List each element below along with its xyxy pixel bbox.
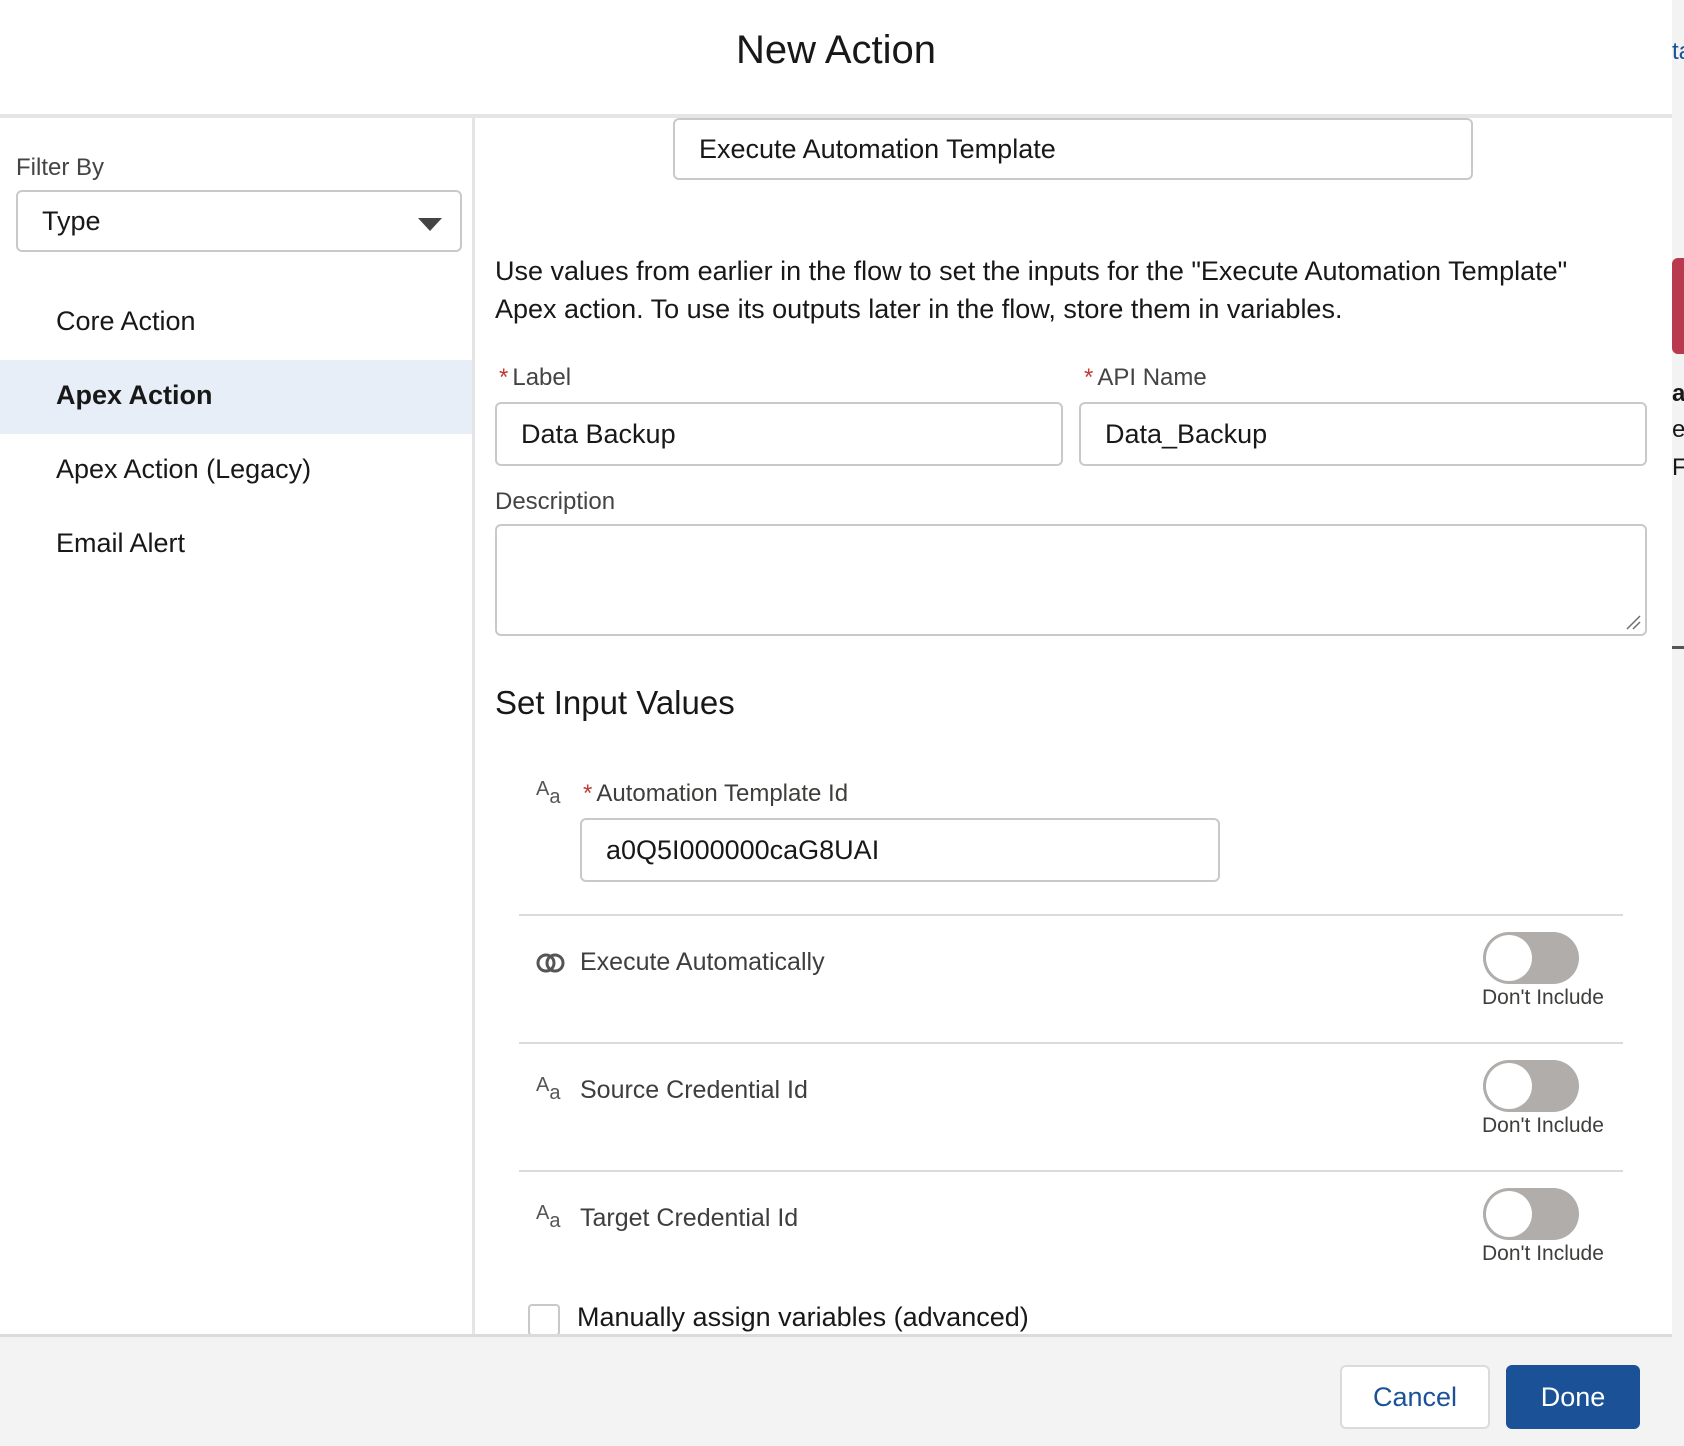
resize-handle-icon[interactable] <box>1625 614 1641 630</box>
template-id-input[interactable]: a0Q5I000000caG8UAI <box>580 818 1220 882</box>
template-id-input-value: a0Q5I000000caG8UAI <box>606 835 880 865</box>
set-input-values-heading: Set Input Values <box>495 684 735 721</box>
filter-by-value: Type <box>42 206 101 236</box>
toggle-knob <box>1486 1063 1532 1109</box>
source-credential-toggle[interactable] <box>1483 1060 1579 1112</box>
target-credential-toggle[interactable] <box>1483 1188 1579 1240</box>
api-name-input-value: Data_Backup <box>1105 419 1268 449</box>
intro-text: Use values from earlier in the flow to s… <box>495 256 1568 324</box>
background-text-fragment: a <box>1672 380 1684 407</box>
modal-title: New Action <box>735 28 937 72</box>
background-text-fragment: e <box>1672 416 1684 443</box>
sidebar-item-label: Apex Action <box>56 380 213 410</box>
template-id-label-text: Automation Template Id <box>596 780 849 807</box>
toggle-knob <box>1486 935 1532 981</box>
template-id-label: * Automation Template Id <box>583 780 848 808</box>
label-field-label-text: Label <box>512 364 572 391</box>
source-credential-label: Source Credential Id <box>580 1076 808 1104</box>
background-text-fragment: ta <box>1672 38 1684 65</box>
api-name-field-label: * API Name <box>1084 364 1207 392</box>
chevron-down-icon <box>418 218 442 231</box>
source-credential-toggle-label: Don't Include <box>1482 1114 1604 1137</box>
action-detail-panel: Execute Automation Template Use values f… <box>475 118 1672 1334</box>
sidebar-item-core-action[interactable]: Core Action <box>0 286 472 360</box>
sidebar-item-label: Email Alert <box>56 528 186 558</box>
label-input-value: Data Backup <box>521 419 676 449</box>
filter-by-select[interactable]: Type <box>16 190 462 252</box>
sidebar-item-label: Core Action <box>56 306 196 336</box>
done-button[interactable]: Done <box>1506 1365 1640 1429</box>
label-input[interactable]: Data Backup <box>495 402 1063 466</box>
execute-automatically-toggle[interactable] <box>1483 932 1579 984</box>
required-marker: * <box>499 364 509 391</box>
row-divider <box>519 1170 1623 1172</box>
execute-automatically-toggle-label: Don't Include <box>1482 986 1604 1009</box>
boolean-type-icon <box>536 953 565 973</box>
selected-action-field[interactable]: Execute Automation Template <box>673 118 1473 180</box>
sidebar-item-email-alert[interactable]: Email Alert <box>0 508 472 582</box>
background-text-fragment: F <box>1672 454 1684 481</box>
text-type-icon: Aa <box>536 1202 561 1232</box>
api-name-field-label-text: API Name <box>1097 364 1207 391</box>
cancel-button[interactable]: Cancel <box>1340 1365 1490 1429</box>
description-textarea[interactable] <box>495 524 1647 636</box>
new-action-modal: New Action Filter By Type Core Action Ap… <box>0 0 1672 1446</box>
toggle-knob <box>1486 1191 1532 1237</box>
sidebar-item-apex-action[interactable]: Apex Action <box>0 360 472 434</box>
sidebar-item-label: Apex Action (Legacy) <box>56 454 312 484</box>
target-credential-toggle-label: Don't Include <box>1482 1242 1604 1265</box>
filter-by-label: Filter By <box>16 154 105 181</box>
execute-automatically-label: Execute Automatically <box>580 948 825 976</box>
modal-header: New Action <box>0 0 1672 118</box>
required-marker: * <box>1084 364 1094 391</box>
text-type-icon: Aa <box>536 1074 561 1104</box>
label-field-label: * Label <box>499 364 571 392</box>
sidebar-item-apex-action-legacy[interactable]: Apex Action (Legacy) <box>0 434 472 508</box>
row-divider <box>519 1042 1623 1044</box>
modal-footer: Cancel Done <box>0 1334 1672 1446</box>
manual-assign-checkbox[interactable] <box>528 1304 560 1334</box>
background-red-element <box>1672 258 1684 354</box>
api-name-input[interactable]: Data_Backup <box>1079 402 1647 466</box>
target-credential-label: Target Credential Id <box>580 1204 799 1232</box>
row-divider <box>519 914 1623 916</box>
required-marker: * <box>583 780 593 807</box>
selected-action-value: Execute Automation Template <box>699 134 1056 164</box>
description-field-label: Description <box>495 488 616 515</box>
manual-assign-label: Manually assign variables (advanced) <box>577 1302 1029 1332</box>
background-divider <box>1672 646 1684 649</box>
text-type-icon: Aa <box>536 778 561 808</box>
action-type-sidebar: Filter By Type Core Action Apex Action A… <box>0 118 475 1334</box>
background-page-strip <box>1672 0 1684 1446</box>
